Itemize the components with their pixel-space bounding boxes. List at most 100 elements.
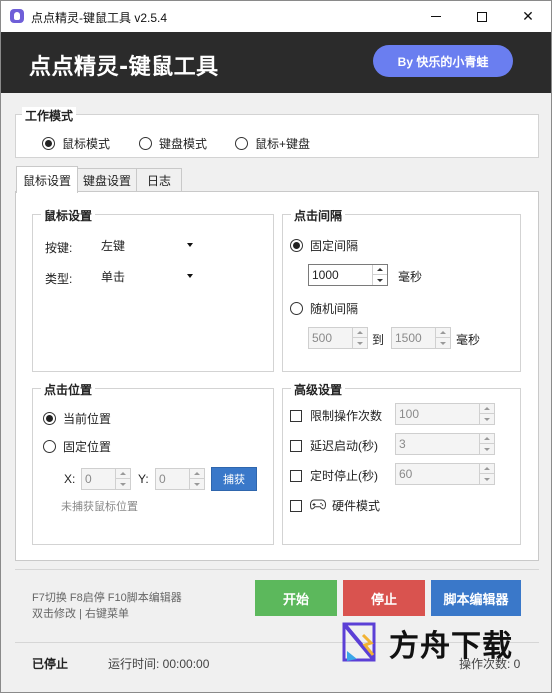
spin-down-button[interactable] <box>353 338 367 348</box>
spin-down-button[interactable] <box>480 444 494 454</box>
random-max-value: 1500 <box>395 331 422 345</box>
arrow-down-icon <box>377 278 383 282</box>
spin-up-button[interactable] <box>436 328 450 338</box>
radio-label: 鼠标模式 <box>62 137 111 151</box>
y-value: 0 <box>159 472 166 486</box>
tab-log[interactable]: 日志 <box>136 168 182 192</box>
random-max-input[interactable]: 1500 <box>391 327 451 349</box>
spin-down-button[interactable] <box>480 474 494 484</box>
spinner <box>479 434 494 454</box>
radio-label: 鼠标+键盘 <box>255 137 311 151</box>
close-button[interactable]: ✕ <box>505 1 551 32</box>
radio-fixed-position[interactable]: 固定位置 <box>43 438 111 455</box>
title-bar: 点点精灵-键鼠工具 v2.5.4 ✕ <box>1 1 551 32</box>
start-button[interactable]: 开始 <box>255 580 337 616</box>
app-window: 点点精灵-键鼠工具 v2.5.4 ✕ 点点精灵-键鼠工具 By 快乐的小青蛙 工… <box>0 0 552 693</box>
checkbox-box <box>290 409 302 422</box>
checkbox-label: 硬件模式 <box>332 499 381 513</box>
spinner <box>372 265 387 285</box>
radio-label: 随机间隔 <box>310 302 359 316</box>
radio-label: 当前位置 <box>63 412 112 426</box>
spinner <box>479 464 494 484</box>
button-label: 按键: <box>45 241 73 255</box>
radio-dot <box>290 302 303 315</box>
checkbox-label: 定时停止(秒) <box>310 469 378 483</box>
mouse-settings-legend: 鼠标设置 <box>41 207 96 224</box>
radio-dot <box>43 440 56 453</box>
run-time: 运行时间: 00:00:00 <box>108 657 210 671</box>
spin-up-button[interactable] <box>353 328 367 338</box>
radio-current-position[interactable]: 当前位置 <box>43 410 111 427</box>
tips-hint: 双击修改 | 右键菜单 <box>32 608 129 620</box>
spin-down-button[interactable] <box>480 414 494 424</box>
arrow-up-icon <box>484 467 490 470</box>
spin-down-button[interactable] <box>190 479 204 489</box>
spin-down-button[interactable] <box>436 338 450 348</box>
spin-up-button[interactable] <box>373 265 387 275</box>
x-label: X: <box>64 472 76 486</box>
y-coordinate-input[interactable]: 0 <box>155 468 205 490</box>
arrow-down-icon <box>440 341 446 345</box>
spin-up-button[interactable] <box>116 469 130 479</box>
type-select-value: 单击 <box>101 269 126 284</box>
minimize-button[interactable] <box>413 1 459 32</box>
arrow-down-icon <box>484 477 490 481</box>
status-state: 已停止 <box>32 657 69 671</box>
spinner <box>479 404 494 424</box>
click-interval-legend: 点击间隔 <box>291 207 346 224</box>
random-min-value: 500 <box>312 331 333 345</box>
checkbox-hardware-mode[interactable]: 硬件模式 <box>290 497 380 514</box>
checkbox-label: 延迟启动(秒) <box>310 439 378 453</box>
app-header: 点点精灵-键鼠工具 By 快乐的小青蛙 <box>1 32 551 93</box>
random-interval-unit: 毫秒 <box>456 333 481 347</box>
arrow-down-icon <box>194 482 200 486</box>
button-select[interactable]: 左键 <box>101 235 197 255</box>
limit-count-value: 100 <box>399 407 420 421</box>
spin-down-button[interactable] <box>116 479 130 489</box>
spinner <box>435 328 450 348</box>
chevron-down-icon <box>187 274 193 278</box>
radio-label: 固定间隔 <box>310 239 359 253</box>
radio-dot <box>290 239 303 252</box>
delay-start-input[interactable]: 3 <box>395 433 495 455</box>
radio-dot <box>139 137 152 150</box>
fixed-interval-unit: 毫秒 <box>398 270 423 284</box>
capture-button[interactable]: 捕获 <box>211 467 257 491</box>
tab-keyboard-settings[interactable]: 键盘设置 <box>77 168 137 192</box>
spin-down-button[interactable] <box>373 275 387 285</box>
arrow-up-icon <box>377 268 383 271</box>
app-icon <box>10 9 24 23</box>
tab-mouse-settings[interactable]: 鼠标设置 <box>16 166 78 193</box>
radio-random-interval[interactable]: 随机间隔 <box>290 300 358 317</box>
timed-stop-input[interactable]: 60 <box>395 463 495 485</box>
stop-button[interactable]: 停止 <box>343 580 425 616</box>
spin-up-button[interactable] <box>480 464 494 474</box>
checkbox-limit-count[interactable]: 限制操作次数 <box>290 407 382 424</box>
checkbox-delay-start[interactable]: 延迟启动(秒) <box>290 437 378 454</box>
arrow-down-icon <box>120 482 126 486</box>
radio-keyboard-mode[interactable]: 键盘模式 <box>139 135 207 152</box>
type-select[interactable]: 单击 <box>101 266 197 286</box>
x-value: 0 <box>85 472 92 486</box>
checkbox-timed-stop[interactable]: 定时停止(秒) <box>290 467 378 484</box>
spin-up-button[interactable] <box>480 404 494 414</box>
x-coordinate-input[interactable]: 0 <box>81 468 131 490</box>
maximize-button[interactable] <box>459 1 505 32</box>
arrow-up-icon <box>357 331 363 334</box>
limit-count-input[interactable]: 100 <box>395 403 495 425</box>
spin-up-button[interactable] <box>480 434 494 444</box>
radio-mouse-mode[interactable]: 鼠标模式 <box>42 135 110 152</box>
radio-mouse-keyboard-mode[interactable]: 鼠标+键盘 <box>235 135 310 152</box>
radio-label: 键盘模式 <box>159 137 208 151</box>
random-min-input[interactable]: 500 <box>308 327 368 349</box>
author-badge[interactable]: By 快乐的小青蛙 <box>373 45 513 77</box>
close-icon: ✕ <box>522 8 534 24</box>
spin-up-button[interactable] <box>190 469 204 479</box>
advanced-settings-legend: 高级设置 <box>291 381 346 398</box>
radio-fixed-interval[interactable]: 固定间隔 <box>290 237 358 254</box>
radio-dot <box>43 412 56 425</box>
window-title: 点点精灵-键鼠工具 v2.5.4 <box>31 11 168 25</box>
fixed-interval-input[interactable]: 1000 <box>308 264 388 286</box>
script-editor-button[interactable]: 脚本编辑器 <box>431 580 521 616</box>
fixed-interval-value: 1000 <box>312 268 339 282</box>
